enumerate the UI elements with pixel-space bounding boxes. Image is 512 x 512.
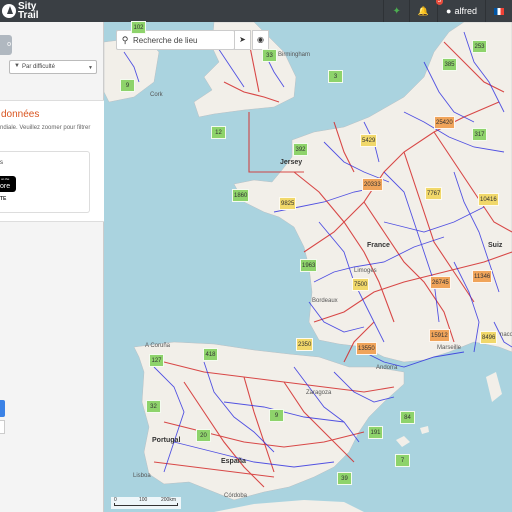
french-flag-icon bbox=[494, 7, 504, 15]
store-badge-small-text: on the bbox=[1, 177, 10, 181]
trail-cluster[interactable]: 39 bbox=[337, 472, 352, 485]
trail-cluster[interactable]: 84 bbox=[400, 411, 415, 424]
trail-cluster[interactable]: 13550 bbox=[356, 342, 377, 355]
place-label-suiza: Suiz bbox=[488, 242, 503, 249]
trail-cluster[interactable]: 15912 bbox=[429, 329, 450, 342]
trail-cluster[interactable]: 9 bbox=[120, 79, 135, 92]
place-label-bordeaux: Bordeaux bbox=[312, 298, 338, 304]
trail-cluster[interactable]: 7 bbox=[395, 454, 410, 467]
place-label-birmingham: Birmingham bbox=[278, 52, 311, 58]
trail-cluster[interactable]: 102 bbox=[131, 21, 146, 34]
place-label-portugal: Portugal bbox=[152, 437, 181, 444]
top-navigation-bar: Sity Trail ✦ 🔔 5 ● alfred bbox=[0, 0, 512, 22]
logo-text-bottom: Trail bbox=[18, 10, 39, 21]
filter-icon: ▼ bbox=[14, 63, 20, 69]
trail-cluster[interactable]: 418 bbox=[203, 348, 218, 361]
place-label-limoges: Limoges bbox=[354, 268, 377, 274]
trail-cluster[interactable]: 392 bbox=[293, 143, 308, 156]
user-icon: ● bbox=[446, 6, 452, 16]
trail-cluster[interactable]: 8496 bbox=[480, 331, 498, 344]
trail-cluster[interactable]: 9 bbox=[269, 409, 284, 422]
layers-button[interactable]: ◉ bbox=[252, 30, 269, 50]
place-label-acoruna: A Coruña bbox=[145, 343, 171, 349]
trail-cluster[interactable]: 7500 bbox=[352, 278, 370, 291]
trail-cluster[interactable]: 3 bbox=[328, 70, 343, 83]
trail-cluster[interactable]: 32 bbox=[146, 400, 161, 413]
trail-cluster[interactable]: 25420 bbox=[434, 116, 455, 129]
sitytrail-logo[interactable]: Sity Trail bbox=[0, 0, 60, 22]
trail-cluster[interactable]: 10416 bbox=[478, 193, 499, 206]
search-icon: ⚲ bbox=[121, 34, 129, 45]
globe-icon: ◉ bbox=[257, 35, 264, 44]
trail-cluster[interactable]: 12 bbox=[211, 126, 226, 139]
trail-cluster[interactable]: 26745 bbox=[430, 276, 451, 289]
trail-cluster[interactable]: 253 bbox=[472, 40, 487, 53]
place-label-cordoba: Córdoba bbox=[224, 493, 248, 499]
trail-cluster[interactable]: 33 bbox=[262, 49, 277, 62]
place-label-france: France bbox=[367, 242, 390, 249]
trail-cluster[interactable]: 9825 bbox=[279, 197, 297, 210]
sidebar-toggle-button[interactable]: o bbox=[0, 35, 12, 55]
notifications-button[interactable]: 🔔 5 bbox=[408, 0, 444, 22]
trail-cluster[interactable]: 2350 bbox=[296, 338, 314, 351]
map-scale-bar: 0 100 200km bbox=[111, 497, 181, 509]
trail-cluster[interactable]: 1860 bbox=[232, 189, 250, 202]
user-menu[interactable]: ● alfred bbox=[437, 0, 485, 22]
logo-mountain-icon bbox=[2, 4, 16, 18]
trail-cluster[interactable]: 191 bbox=[368, 426, 383, 439]
bell-icon: 🔔 bbox=[417, 5, 430, 16]
panel-title: données bbox=[1, 109, 40, 120]
store-badge-text: ore bbox=[0, 183, 11, 190]
language-selector[interactable] bbox=[485, 0, 512, 22]
location-arrow-icon: ➤ bbox=[239, 35, 246, 44]
place-label-marseille: Marseille bbox=[437, 345, 462, 351]
secondary-action-button[interactable] bbox=[0, 420, 5, 434]
box-footer-text: TE bbox=[0, 196, 7, 202]
primary-action-button[interactable] bbox=[0, 400, 5, 417]
username: alfred bbox=[454, 6, 477, 16]
difficulty-filter-select[interactable]: ▼ Par difficulté ▼ bbox=[9, 60, 97, 74]
trail-cluster[interactable]: 7767 bbox=[425, 187, 443, 200]
trail-cluster[interactable]: 5429 bbox=[360, 134, 378, 147]
trail-cluster[interactable]: 317 bbox=[472, 128, 487, 141]
panel-description: ndiale. Veuillez zoomer pour filtrer bbox=[0, 125, 91, 131]
locate-me-button[interactable]: ➤ bbox=[234, 30, 251, 50]
box-marker-text: s bbox=[0, 160, 3, 166]
difficulty-filter-label: Par difficulté bbox=[22, 64, 55, 70]
leaf-button[interactable]: ✦ bbox=[383, 0, 408, 22]
trail-cluster[interactable]: 11346 bbox=[472, 270, 493, 283]
place-label-cork: Cork bbox=[150, 92, 163, 98]
place-label-jersey: Jersey bbox=[280, 159, 303, 166]
place-search-input[interactable]: Recherche de lieu bbox=[133, 36, 197, 45]
trail-cluster[interactable]: 385 bbox=[442, 58, 457, 71]
place-label-espana: España bbox=[221, 458, 246, 465]
trail-cluster[interactable]: 20 bbox=[196, 429, 211, 442]
trail-cluster[interactable]: 1963 bbox=[300, 259, 318, 272]
leaf-icon: ✦ bbox=[392, 5, 401, 17]
place-label-lisboa: Lisboa bbox=[133, 473, 151, 479]
place-label-zaragoza: Zaragoza bbox=[306, 390, 332, 396]
data-info-panel: données ndiale. Veuillez zoomer pour fil… bbox=[0, 100, 104, 222]
trail-cluster[interactable]: 20333 bbox=[362, 178, 383, 191]
trail-cluster[interactable]: 127 bbox=[149, 354, 164, 367]
app-store-badge[interactable]: on the ore bbox=[0, 176, 16, 192]
place-label-naco: naco bbox=[500, 332, 512, 338]
app-store-box: s on the ore TE bbox=[0, 151, 90, 213]
chevron-down-icon: ▼ bbox=[88, 65, 93, 71]
place-label-andorra: Andorra bbox=[376, 365, 398, 371]
sidebar: o ▼ Par difficulté ▼ données ndiale. Veu… bbox=[0, 22, 104, 512]
